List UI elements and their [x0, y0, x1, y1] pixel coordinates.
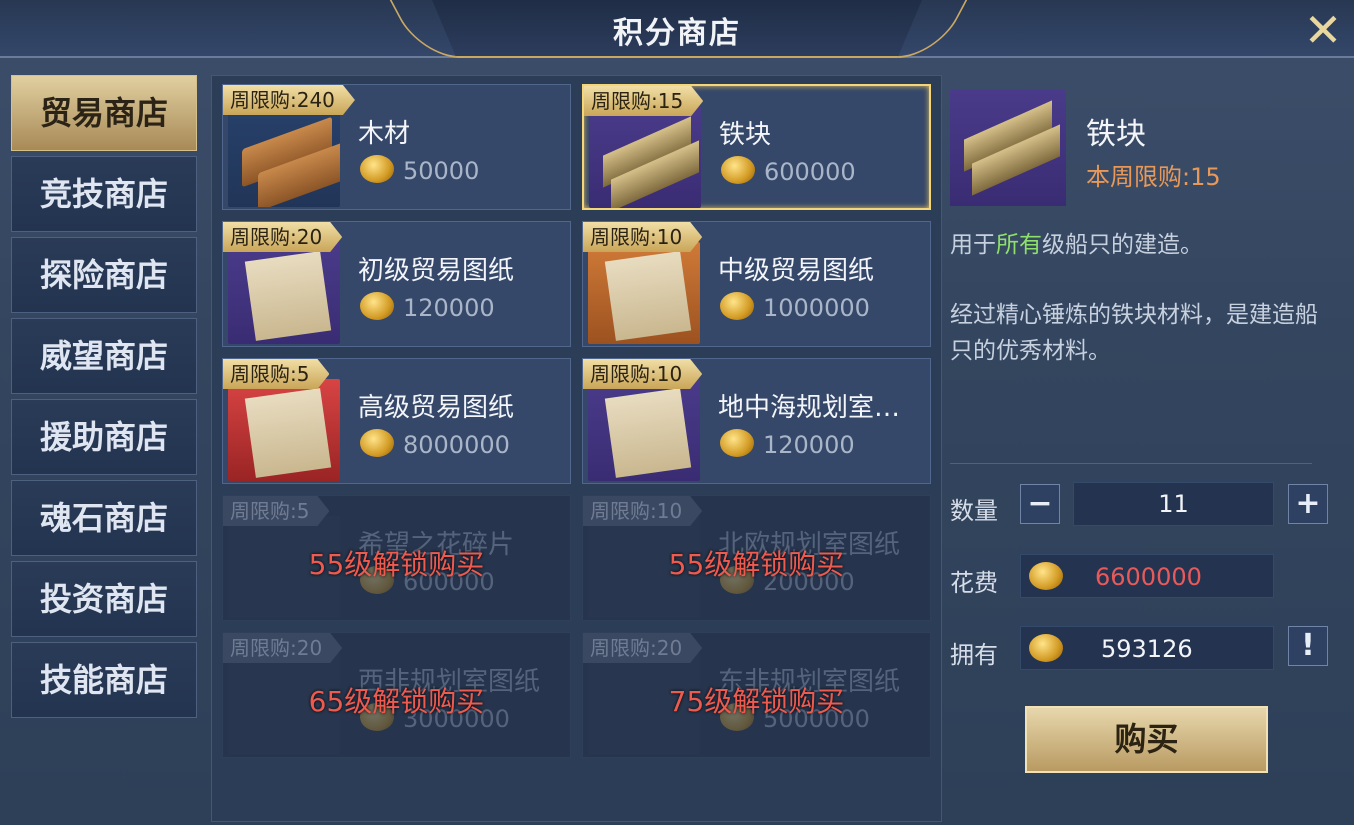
item-price: 50000	[403, 157, 480, 185]
item-price: 600000	[764, 158, 856, 186]
item-name: 高级贸易图纸	[358, 393, 515, 423]
item-card[interactable]: 周限购:20 初级贸易图纸 120000	[222, 221, 571, 347]
coin-icon	[1029, 634, 1063, 662]
tab-prestige-shop[interactable]: 威望商店	[11, 318, 197, 394]
weekly-limit-badge: 周限购:5	[223, 359, 329, 389]
item-card[interactable]: 周限购:10 地中海规划室… 120000	[582, 358, 931, 484]
item-card-locked: 周限购:20 东非规划室图纸 5000000 75级解锁购买	[582, 632, 931, 758]
page-title: 积分商店	[613, 16, 741, 51]
weekly-limit-badge: 周限购:240	[223, 85, 355, 115]
blueprint-icon	[588, 242, 700, 344]
weekly-limit-badge: 周限购:20	[583, 633, 702, 663]
tab-explore-shop[interactable]: 探险商店	[11, 237, 197, 313]
blueprint-icon	[588, 379, 700, 481]
item-name: 铁块	[719, 120, 772, 150]
iron-ingot-icon	[589, 106, 701, 208]
item-name: 地中海规划室…	[718, 393, 901, 423]
item-card-selected[interactable]: 周限购:15 铁块 600000	[582, 84, 931, 210]
weekly-limit-badge: 周限购:10	[583, 359, 702, 389]
blueprint-icon	[228, 242, 340, 344]
coin-icon	[1029, 562, 1063, 590]
weekly-limit-badge: 周限购:10	[583, 496, 702, 526]
weekly-limit-badge: 周限购:5	[223, 496, 329, 526]
coin-icon	[720, 292, 754, 320]
weekly-limit-badge: 周限购:15	[584, 86, 703, 116]
item-price: 1000000	[763, 294, 870, 322]
item-card[interactable]: 周限购:5 高级贸易图纸 8000000	[222, 358, 571, 484]
cost-field: 6600000	[1020, 554, 1274, 598]
detail-description-usage: 用于所有级船只的建造。	[950, 232, 1203, 258]
tab-trade-shop[interactable]: 贸易商店	[11, 75, 197, 151]
cost-value: 6600000	[1095, 563, 1202, 591]
blueprint-icon	[228, 379, 340, 481]
detail-item-name: 铁块	[1086, 117, 1146, 152]
coin-icon	[360, 292, 394, 320]
unlock-requirement: 55级解锁购买	[308, 548, 485, 581]
owned-field: 593126	[1020, 626, 1274, 670]
iron-ingot-icon	[950, 90, 1066, 206]
unlock-requirement: 75级解锁购买	[668, 685, 845, 718]
item-name: 木材	[358, 119, 411, 149]
item-card-locked: 周限购:5 希望之花碎片 600000 55级解锁购买	[222, 495, 571, 621]
weekly-limit-badge: 周限购:20	[223, 633, 342, 663]
close-icon[interactable]: ✕	[1300, 7, 1346, 53]
highlight-text: 所有	[996, 232, 1042, 258]
cost-label: 花费	[950, 569, 998, 597]
item-card-locked: 周限购:10 北欧规划室图纸 200000 55级解锁购买	[582, 495, 931, 621]
weekly-limit-badge: 周限购:20	[223, 222, 342, 252]
info-icon[interactable]: !	[1288, 626, 1328, 666]
decrease-button[interactable]: −	[1020, 484, 1060, 524]
buy-button[interactable]: 购买	[1025, 706, 1268, 773]
detail-weekly-limit: 本周限购:15	[1086, 163, 1221, 191]
owned-value: 593126	[1101, 635, 1193, 663]
item-price: 8000000	[403, 431, 510, 459]
detail-description: 经过精心锤炼的铁块材料，是建造船只的优秀材料。	[950, 302, 1318, 364]
unlock-requirement: 65级解锁购买	[308, 685, 485, 718]
tab-soulstone-shop[interactable]: 魂石商店	[11, 480, 197, 556]
divider	[950, 463, 1312, 464]
wood-icon	[228, 105, 340, 207]
item-card[interactable]: 周限购:10 中级贸易图纸 1000000	[582, 221, 931, 347]
item-price: 120000	[403, 294, 495, 322]
item-name: 初级贸易图纸	[358, 256, 515, 286]
coin-icon	[721, 156, 755, 184]
tab-aid-shop[interactable]: 援助商店	[11, 399, 197, 475]
quantity-label: 数量	[950, 497, 998, 525]
item-grid: 周限购:240 木材 50000 周限购:15 铁块 600000 周限购:20…	[211, 75, 942, 822]
quantity-input[interactable]: 11	[1073, 482, 1274, 526]
item-card-locked: 周限购:20 西非规划室图纸 3000000 65级解锁购买	[222, 632, 571, 758]
shop-sidebar: 贸易商店 竞技商店 探险商店 威望商店 援助商店 魂石商店 投资商店 技能商店	[11, 75, 199, 723]
item-price: 120000	[763, 431, 855, 459]
owned-label: 拥有	[950, 641, 998, 669]
unlock-requirement: 55级解锁购买	[668, 548, 845, 581]
weekly-limit-badge: 周限购:10	[583, 222, 702, 252]
increase-button[interactable]: +	[1288, 484, 1328, 524]
tab-invest-shop[interactable]: 投资商店	[11, 561, 197, 637]
tab-arena-shop[interactable]: 竞技商店	[11, 156, 197, 232]
item-name: 中级贸易图纸	[718, 256, 875, 286]
coin-icon	[720, 429, 754, 457]
item-detail-panel: 铁块 本周限购:15 用于所有级船只的建造。 经过精心锤炼的铁块材料，是建造船只…	[940, 75, 1346, 820]
item-card[interactable]: 周限购:240 木材 50000	[222, 84, 571, 210]
tab-skill-shop[interactable]: 技能商店	[11, 642, 197, 718]
coin-icon	[360, 155, 394, 183]
coin-icon	[360, 429, 394, 457]
